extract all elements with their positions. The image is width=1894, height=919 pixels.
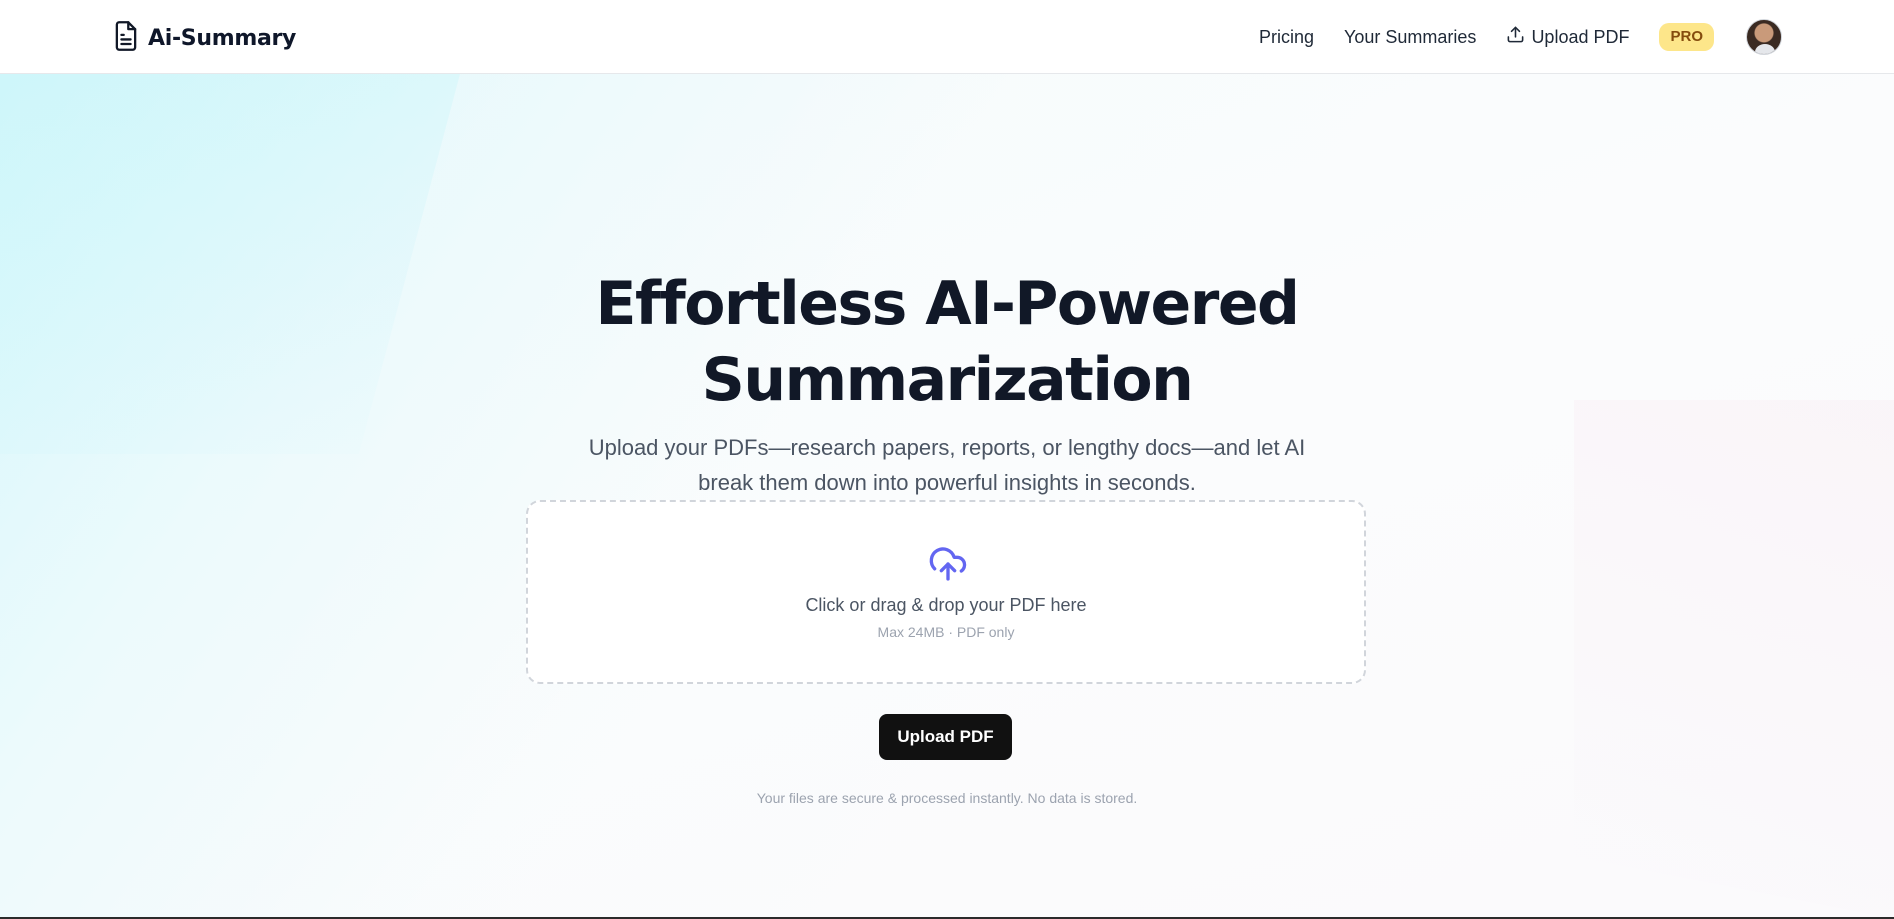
hero-title: Effortless AI-Powered Summarization — [0, 266, 1894, 418]
top-navbar: Ai-Summary Pricing Your Summaries Upload… — [0, 0, 1894, 74]
nav-pricing-link[interactable]: Pricing — [1259, 27, 1314, 48]
upload-pdf-button[interactable]: Upload PDF — [879, 714, 1012, 760]
page: Ai-Summary Pricing Your Summaries Upload… — [0, 0, 1894, 919]
hero-title-line-2: Summarization — [701, 345, 1194, 415]
cloud-upload-icon — [928, 544, 968, 584]
pdf-dropzone[interactable]: Click or drag & drop your PDF here Max 2… — [526, 500, 1366, 684]
main-nav: Pricing Your Summaries Upload PDF PRO — [1259, 18, 1782, 56]
pro-badge: PRO — [1659, 23, 1714, 51]
nav-upload-pdf-link[interactable]: Upload PDF — [1506, 25, 1629, 49]
brand-name: Ai-Summary — [148, 26, 297, 51]
security-note: Your files are secure & processed instan… — [756, 790, 1138, 806]
hero-subtitle: Upload your PDFs—research papers, report… — [588, 435, 1306, 495]
hero-section: Effortless AI-Powered Summarization Uplo… — [0, 74, 1894, 919]
hero-title-line-1: Effortless AI-Powered — [595, 269, 1300, 339]
dropzone-hint: Max 24MB · PDF only — [877, 624, 1015, 640]
user-avatar[interactable] — [1746, 19, 1782, 55]
document-icon — [112, 20, 140, 57]
dropzone-title: Click or drag & drop your PDF here — [805, 595, 1087, 615]
nav-upload-pdf-label: Upload PDF — [1531, 26, 1630, 47]
nav-your-summaries-link[interactable]: Your Summaries — [1344, 27, 1476, 48]
upload-icon — [1506, 25, 1525, 49]
brand-logo-link[interactable]: Ai-Summary — [112, 20, 296, 57]
